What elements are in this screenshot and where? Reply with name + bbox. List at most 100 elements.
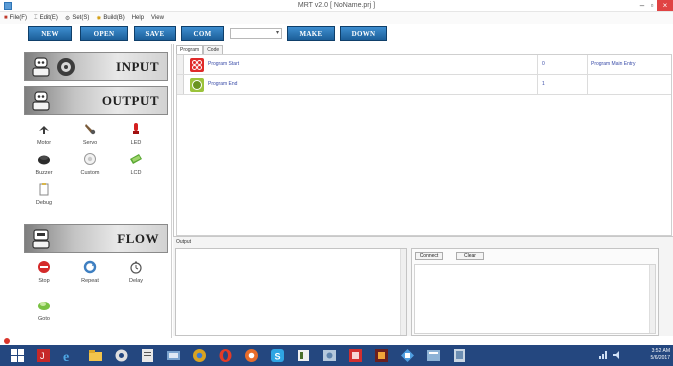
- repeat-tool[interactable]: Repeat: [74, 260, 106, 284]
- media-player-icon[interactable]: [114, 348, 129, 363]
- tool-label: Custom: [80, 170, 100, 176]
- connection-panel: Connect Clear: [411, 248, 659, 336]
- led-tool[interactable]: LED: [120, 122, 152, 146]
- tab-program[interactable]: Program: [176, 45, 204, 54]
- close-button[interactable]: ×: [657, 0, 673, 11]
- output-label: Output: [176, 239, 192, 245]
- app-icon-6[interactable]: [452, 348, 467, 363]
- file-explorer-icon[interactable]: [88, 348, 103, 363]
- servo-tool[interactable]: Servo: [74, 122, 106, 146]
- clear-button[interactable]: Clear: [456, 252, 484, 260]
- acrobat-icon[interactable]: [348, 348, 363, 363]
- program-grid: Program Start 0 Program Main Entry Progr…: [176, 54, 672, 236]
- robot-icon: [32, 229, 50, 249]
- connection-scrollbar[interactable]: [649, 265, 655, 333]
- app-icon-2[interactable]: [296, 348, 311, 363]
- menu-build[interactable]: ✸ Build(B): [96, 15, 124, 22]
- clock-date: 5/6/2017: [650, 355, 670, 361]
- custom-icon: [84, 153, 96, 165]
- status-bar: [0, 338, 673, 345]
- svg-text:S: S: [275, 352, 281, 362]
- tool-label: Repeat: [81, 278, 99, 284]
- open-button[interactable]: OPEN: [80, 26, 128, 41]
- new-button[interactable]: NEW: [28, 26, 72, 41]
- port-select[interactable]: ▾: [230, 28, 282, 39]
- buzzer-tool[interactable]: Buzzer: [28, 152, 60, 176]
- stop-tool[interactable]: Stop: [28, 260, 60, 284]
- taskbar: J e S 3:52 AM 5/6/2017: [0, 345, 673, 366]
- illustrator-icon[interactable]: [374, 348, 389, 363]
- column-divider: [537, 75, 538, 94]
- row-name: Program Start: [208, 61, 240, 67]
- menu-file[interactable]: ■ File(F): [4, 15, 27, 21]
- com-button[interactable]: COM: [181, 26, 224, 41]
- menu-set[interactable]: ⚙ Set(S): [65, 15, 89, 22]
- program-start-icon: [190, 58, 204, 72]
- minimize-button[interactable]: –: [637, 1, 647, 10]
- pdf-reader-icon[interactable]: J: [36, 348, 51, 363]
- file-icon: ■: [4, 15, 8, 21]
- output-textarea[interactable]: [175, 248, 407, 336]
- app-icon-3[interactable]: [322, 348, 337, 363]
- network-icon[interactable]: [599, 351, 607, 359]
- build-icon: ✸: [96, 15, 102, 22]
- row-number: 1: [542, 81, 545, 87]
- output-section-header[interactable]: OUTPUT: [24, 86, 168, 115]
- app-icon-5[interactable]: [426, 348, 441, 363]
- save-button[interactable]: SAVE: [134, 26, 176, 41]
- servo-icon: [85, 124, 96, 135]
- goto-icon: [38, 302, 50, 310]
- tool-label: Debug: [35, 200, 53, 206]
- debug-tool[interactable]: Debug: [28, 182, 60, 206]
- svg-text:J: J: [40, 351, 45, 361]
- maximize-button[interactable]: ▫: [648, 1, 656, 10]
- menu-view-label: View: [151, 15, 164, 21]
- clock[interactable]: 3:52 AM 5/6/2017: [651, 348, 670, 362]
- column-divider: [537, 55, 538, 74]
- settings-icon: ⚙: [64, 15, 71, 22]
- tab-code[interactable]: Code: [203, 45, 224, 54]
- robot-icon: [32, 91, 50, 111]
- delay-tool[interactable]: Delay: [120, 260, 152, 284]
- app-icon-4[interactable]: [400, 348, 415, 363]
- svg-text:e: e: [63, 350, 69, 363]
- table-row[interactable]: Program End 1: [177, 75, 671, 95]
- goto-tool[interactable]: Goto: [28, 298, 60, 322]
- skype-icon[interactable]: S: [270, 348, 285, 363]
- chevron-down-icon: ▾: [275, 30, 279, 36]
- menu-set-label: Set(S): [72, 15, 90, 21]
- tool-label: Servo: [82, 140, 98, 146]
- motor-tool[interactable]: Motor: [28, 122, 60, 146]
- output-scrollbar[interactable]: [400, 249, 406, 335]
- flow-section-header[interactable]: FLOW: [24, 224, 168, 253]
- output-section-title: OUTPUT: [101, 93, 159, 108]
- make-button[interactable]: MAKE: [287, 26, 335, 41]
- lcd-tool[interactable]: LCD: [120, 152, 152, 176]
- chrome-icon-2[interactable]: [244, 348, 259, 363]
- menu-view[interactable]: View: [151, 15, 164, 21]
- edit-icon: ⌶: [33, 14, 38, 21]
- tool-palette: INPUT OUTPUT Motor Servo LED Buzzer Cust…: [0, 44, 172, 338]
- menu-edit[interactable]: ⌶ Edit(E): [34, 15, 58, 22]
- table-row[interactable]: Program Start 0 Program Main Entry: [177, 55, 671, 75]
- title-bar: MRT v2.0 [ NoName.prj ] – ▫ ×: [0, 0, 673, 12]
- document-icon[interactable]: [140, 348, 155, 363]
- opera-icon[interactable]: [218, 348, 233, 363]
- custom-tool[interactable]: Custom: [74, 152, 106, 176]
- program-panel: Program Code Program Start 0 Program Mai…: [173, 44, 673, 238]
- menu-help[interactable]: Help: [132, 15, 144, 21]
- chrome-icon[interactable]: [192, 348, 207, 363]
- column-divider: [587, 75, 588, 94]
- input-section-header[interactable]: INPUT: [24, 52, 168, 81]
- menu-build-label: Build(B): [103, 15, 125, 21]
- volume-icon[interactable]: [613, 351, 621, 359]
- connection-log[interactable]: [414, 264, 656, 334]
- internet-explorer-icon[interactable]: e: [62, 348, 77, 363]
- system-tray: 3:52 AM 5/6/2017: [593, 345, 673, 366]
- gear-icon: [57, 58, 75, 76]
- down-button[interactable]: DOWN: [340, 26, 387, 41]
- buzzer-icon: [38, 155, 50, 165]
- start-icon[interactable]: [10, 348, 25, 363]
- app-icon-1[interactable]: [166, 348, 181, 363]
- connect-button[interactable]: Connect: [415, 252, 443, 260]
